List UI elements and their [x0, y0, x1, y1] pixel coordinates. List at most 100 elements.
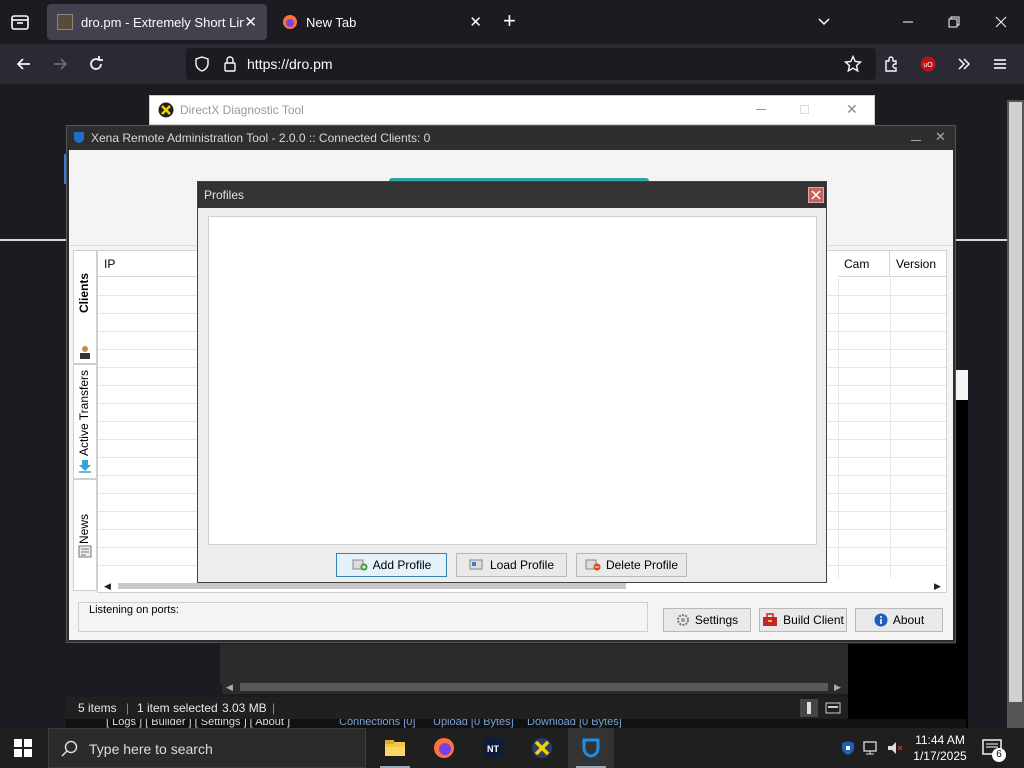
site-favicon-icon: [57, 14, 73, 30]
bookmark-star-icon[interactable]: [839, 50, 867, 78]
tab-label: Active Transfers: [77, 370, 91, 457]
search-icon: [61, 740, 79, 758]
minimize-icon[interactable]: [756, 109, 766, 110]
scroll-left-icon[interactable]: ◀: [226, 682, 233, 693]
profiles-list[interactable]: [208, 216, 817, 545]
extensions-puzzle-icon[interactable]: [878, 50, 906, 78]
scroll-right-icon[interactable]: ▶: [834, 682, 841, 693]
tab-active-transfers[interactable]: Active Transfers: [73, 364, 97, 479]
tab-new-tab[interactable]: New Tab ✕: [272, 4, 492, 40]
close-icon[interactable]: ✕: [846, 101, 858, 118]
new-tab-button[interactable]: +: [503, 9, 516, 33]
scroll-left-icon[interactable]: ◀: [104, 581, 111, 592]
firefox-favicon-icon: [282, 14, 298, 30]
defender-shield-icon[interactable]: [840, 740, 856, 756]
add-profile-icon: [352, 559, 368, 571]
window-title: Xena Remote Administration Tool - 2.0.0 …: [91, 131, 431, 145]
windows-taskbar: Type here to search NT 11:44 AM 1/17/202…: [0, 728, 1024, 768]
build-client-button[interactable]: Build Client: [759, 608, 847, 632]
windows-start-icon[interactable]: [0, 728, 46, 768]
about-button[interactable]: About: [855, 608, 943, 632]
button-label: About: [892, 613, 925, 627]
console-connections: Connections [0]: [339, 719, 416, 728]
load-profile-button[interactable]: Load Profile: [456, 553, 567, 577]
restore-window-icon[interactable]: [946, 14, 962, 30]
volume-muted-icon[interactable]: [886, 740, 904, 756]
close-icon[interactable]: [808, 187, 824, 203]
svg-text:NT: NT: [487, 744, 499, 754]
clock-time: 11:44 AM: [915, 733, 965, 747]
close-icon[interactable]: ✕: [935, 129, 946, 145]
scroll-right-icon[interactable]: ▶: [934, 581, 941, 592]
taskbar-search-box[interactable]: Type here to search: [48, 728, 366, 768]
lock-icon[interactable]: [222, 55, 238, 73]
details-view-icon[interactable]: [800, 699, 818, 717]
scrollbar-thumb[interactable]: [118, 583, 626, 589]
close-window-icon[interactable]: [993, 14, 1009, 30]
svg-text:uO: uO: [923, 62, 933, 69]
url-text[interactable]: https://dro.pm: [247, 56, 333, 72]
maximize-icon[interactable]: [800, 105, 809, 114]
dialog-title: Profiles: [204, 188, 245, 202]
forward-icon[interactable]: [46, 50, 74, 78]
url-bar[interactable]: https://dro.pm: [186, 48, 876, 80]
user-icon: [78, 345, 92, 359]
tab-dro-pm[interactable]: dro.pm - Extremely Short Links ✕: [47, 4, 267, 40]
network-icon[interactable]: [862, 740, 880, 756]
tiles-view-icon[interactable]: [824, 699, 842, 717]
status-separator: |: [272, 701, 276, 715]
delete-profile-icon: [585, 559, 601, 571]
directx-taskbar-icon[interactable]: [519, 728, 565, 768]
more-tools-chevron-icon[interactable]: [950, 50, 978, 78]
column-divider: [838, 278, 839, 578]
tab-title: dro.pm - Extremely Short Links: [81, 14, 245, 30]
status-separator: |: [126, 701, 130, 715]
column-header-cam[interactable]: Cam: [838, 251, 890, 277]
tab-clients[interactable]: Clients: [73, 250, 97, 364]
directx-diagnostic-window: DirectX Diagnostic Tool ✕: [149, 95, 875, 125]
page-divider: [0, 239, 70, 241]
console-window-fragment: [848, 644, 958, 729]
toolbox-icon: [762, 613, 778, 627]
listening-label: Listening on ports:: [89, 604, 179, 616]
tab-news[interactable]: News: [73, 479, 97, 591]
column-header-version[interactable]: Version: [890, 251, 946, 277]
search-placeholder: Type here to search: [89, 741, 213, 757]
firefox-icon[interactable]: [421, 728, 467, 768]
add-profile-button[interactable]: Add Profile: [336, 553, 447, 577]
minimize-window-icon[interactable]: [900, 14, 916, 30]
netbeans-app-icon[interactable]: NT: [470, 728, 516, 768]
newspaper-icon: [78, 544, 92, 558]
system-clock[interactable]: 11:44 AM 1/17/2025: [910, 732, 970, 764]
tab-label: Clients: [77, 273, 91, 314]
notification-center-icon[interactable]: 6: [982, 738, 1006, 762]
notification-badge: 6: [992, 748, 1006, 762]
tab-label: News: [77, 514, 91, 545]
close-tab-icon[interactable]: ✕: [469, 13, 482, 31]
explorer-window-fragment: [220, 644, 850, 684]
xena-taskbar-icon[interactable]: [568, 728, 614, 768]
page-fragment: [956, 370, 968, 400]
load-profile-icon: [469, 559, 485, 571]
ublock-origin-icon[interactable]: uO: [914, 50, 942, 78]
button-label: Add Profile: [372, 558, 432, 572]
close-tab-icon[interactable]: ✕: [244, 13, 257, 31]
delete-profile-button[interactable]: Delete Profile: [576, 553, 687, 577]
button-label: Delete Profile: [605, 558, 679, 572]
hamburger-menu-icon[interactable]: [986, 50, 1014, 78]
gear-icon: [676, 613, 690, 627]
list-all-tabs-icon[interactable]: [816, 14, 832, 30]
page-scrollbar-thumb[interactable]: [1009, 102, 1022, 702]
explorer-horizontal-scrollbar[interactable]: ◀ ▶: [222, 680, 848, 694]
tab-overview-icon[interactable]: [8, 10, 32, 34]
reload-icon[interactable]: [82, 50, 110, 78]
selection-count: 1 item selected: [137, 701, 218, 715]
back-icon[interactable]: [10, 50, 38, 78]
info-icon: [874, 613, 888, 627]
settings-button[interactable]: Settings: [663, 608, 751, 632]
button-label: Build Client: [783, 613, 844, 627]
scrollbar-thumb[interactable]: [240, 683, 828, 691]
file-explorer-icon[interactable]: [372, 728, 418, 768]
minimize-icon[interactable]: [911, 140, 921, 141]
tracking-protection-shield-icon[interactable]: [194, 56, 210, 72]
